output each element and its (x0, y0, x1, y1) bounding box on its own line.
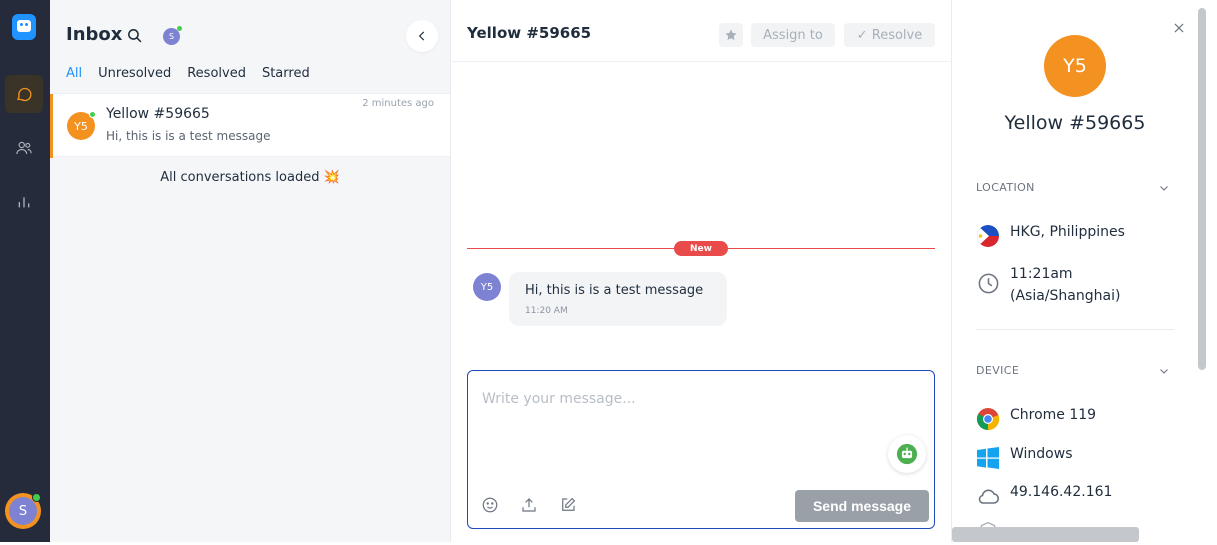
user-avatar-initial: S (9, 497, 37, 525)
emoji-icon (482, 497, 498, 513)
inbox-title: Inbox (66, 24, 123, 45)
selected-indicator (50, 94, 53, 158)
ip-text: 49.146.42.161 (1010, 484, 1113, 500)
robot-icon (896, 443, 918, 465)
assign-to-button[interactable]: Assign to (751, 23, 835, 47)
user-avatar-button[interactable]: S (5, 493, 41, 529)
tab-resolved[interactable]: Resolved (187, 66, 246, 87)
chevron-down-icon (1160, 186, 1168, 191)
location-toggle-button[interactable] (1158, 179, 1170, 198)
upload-icon (522, 498, 536, 512)
conversations-nav-button[interactable] (5, 75, 43, 113)
message-text: Hi, this is is a test message (525, 283, 704, 298)
message-sender-avatar: Y5 (473, 273, 501, 301)
contact-avatar-initials: Y5 (74, 119, 88, 133)
ip-row: 49.146.42.161 (976, 484, 1112, 508)
conversation-contact-name: Yellow #59665 (106, 106, 210, 122)
contacts-nav-button[interactable] (5, 129, 43, 167)
windows-icon (977, 447, 999, 469)
conversation-timestamp: 2 minutes ago (362, 98, 434, 109)
collapse-list-button[interactable] (406, 20, 438, 52)
conversation-list-panel: Inbox S All Unresolved Resolved Starred … (50, 0, 451, 542)
emoji-button[interactable] (480, 495, 500, 515)
conversation-list-item[interactable]: Y5 Yellow #59665 Hi, this is is a test m… (50, 93, 450, 158)
online-status-dot (32, 493, 41, 502)
agent-online-dot (177, 26, 182, 31)
reply-composer: Send message (467, 370, 935, 529)
new-messages-badge: New (674, 241, 728, 256)
local-time-row: 11:21am (Asia/Shanghai) (976, 263, 1120, 307)
local-time-text: 11:21am (1010, 266, 1073, 282)
edit-icon (562, 497, 576, 511)
contacts-icon (16, 141, 32, 155)
contact-name: Yellow #59665 (1004, 112, 1146, 134)
horizontal-scrollbar[interactable] (952, 527, 1139, 542)
conversation-title: Yellow #59665 (467, 24, 592, 42)
location-section-header[interactable]: LOCATION (976, 181, 1035, 194)
contact-online-dot (89, 111, 96, 118)
search-button[interactable] (126, 27, 143, 48)
send-message-button[interactable]: Send message (795, 490, 929, 522)
tab-starred[interactable]: Starred (262, 66, 310, 87)
conversation-panel: Yellow #59665 Assign to ✓ Resolve New Y5… (451, 0, 952, 542)
primary-sidebar: S (0, 0, 50, 542)
star-icon (725, 29, 737, 40)
resolve-button[interactable]: ✓ Resolve (844, 23, 935, 47)
os-text: Windows (1010, 446, 1073, 462)
ai-assist-button[interactable] (888, 435, 926, 473)
location-row: HKG, Philippines (976, 224, 1125, 248)
bar-chart-icon (18, 197, 30, 208)
signature-button[interactable] (558, 495, 578, 515)
contact-large-avatar: Y5 (1044, 35, 1106, 97)
conversation-filter-tabs: All Unresolved Resolved Starred (66, 66, 310, 87)
device-toggle-button[interactable] (1158, 362, 1170, 381)
chevron-left-icon (418, 31, 425, 41)
os-row: Windows (976, 446, 1073, 470)
vertical-scrollbar[interactable] (1198, 8, 1206, 370)
reports-nav-button[interactable] (5, 183, 43, 221)
message-time: 11:20 AM (525, 306, 568, 316)
agent-avatar-initial: S (168, 32, 175, 41)
browser-row: Chrome 119 (976, 407, 1096, 431)
contact-avatar: Y5 (67, 111, 96, 140)
agent-avatar[interactable]: S (163, 26, 182, 45)
attach-button[interactable] (519, 495, 539, 515)
close-icon (1174, 23, 1184, 33)
tab-unresolved[interactable]: Unresolved (98, 66, 171, 87)
timezone-text: (Asia/Shanghai) (1010, 288, 1121, 304)
close-panel-button[interactable] (1172, 20, 1186, 39)
device-section-header[interactable]: DEVICE (976, 364, 1019, 377)
star-button[interactable] (719, 23, 743, 47)
search-icon (128, 29, 142, 43)
all-loaded-text: All conversations loaded 💥 (160, 170, 340, 185)
philippines-flag-icon (977, 225, 999, 247)
section-divider (976, 329, 1174, 330)
message-input[interactable] (468, 371, 934, 451)
cloud-icon (978, 489, 1000, 504)
conversation-header: Yellow #59665 Assign to ✓ Resolve (451, 0, 952, 62)
chrome-icon (977, 408, 1000, 431)
incoming-message-bubble: Hi, this is is a test message 11:20 AM (509, 272, 727, 326)
conversation-preview: Hi, this is is a test message (106, 129, 271, 143)
browser-text: Chrome 119 (1010, 407, 1097, 423)
chevron-down-icon (1160, 369, 1168, 374)
contact-info-panel: Y5 Yellow #59665 LOCATION HKG, Philippin… (952, 0, 1217, 542)
chat-bubble-icon (17, 87, 32, 102)
clock-icon (978, 273, 998, 293)
location-text: HKG, Philippines (1010, 224, 1125, 240)
tab-all[interactable]: All (66, 66, 82, 87)
app-logo-icon[interactable] (12, 14, 36, 40)
